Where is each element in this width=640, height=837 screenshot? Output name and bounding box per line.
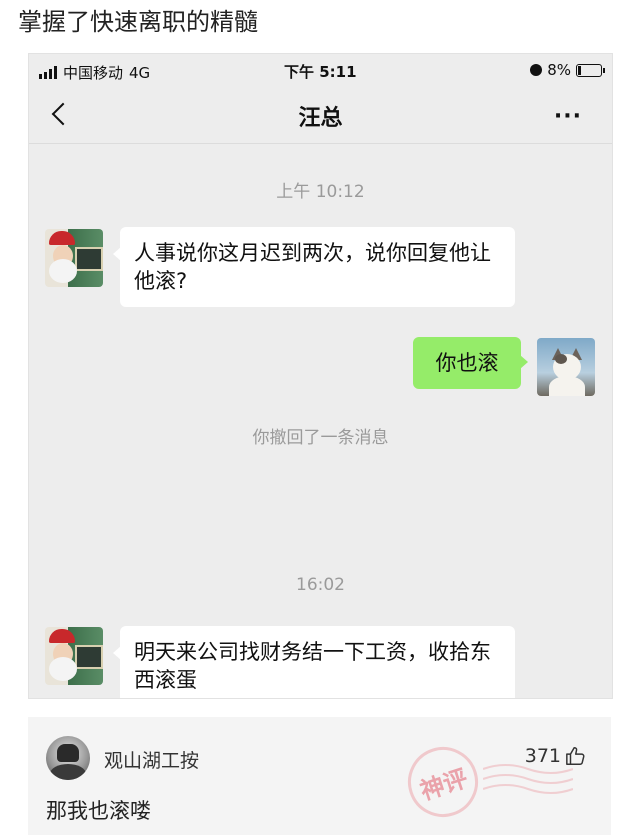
comment-card: 观山湖工按 神评 371 那我也滚喽 xyxy=(28,717,611,835)
more-icon[interactable]: ··· xyxy=(554,104,582,129)
carrier-label: 中国移动 xyxy=(63,64,124,82)
chat-title: 汪总 xyxy=(298,106,343,131)
status-time: 下午 5:11 xyxy=(284,63,357,81)
message-bubble-received[interactable]: 人事说你这月迟到两次，说你回复他让他滚? xyxy=(113,227,515,307)
thumbs-up-icon[interactable] xyxy=(565,745,587,767)
like-count: 371 xyxy=(524,745,561,767)
message-bubble-received[interactable]: 明天来公司找财务结一下工资，收拾东西滚蛋 xyxy=(113,626,515,698)
commenter-avatar[interactable] xyxy=(46,736,90,780)
status-bar: 中国移动 4G 下午 5:11 8% xyxy=(29,54,612,88)
alarm-icon xyxy=(530,64,543,76)
featured-comment-stamp: 神评 xyxy=(398,737,488,827)
chat-timestamp: 上午 10:12 xyxy=(276,182,365,202)
boss-avatar[interactable] xyxy=(45,627,103,685)
signal-icon xyxy=(39,66,57,79)
nav-divider xyxy=(29,143,612,144)
status-right: 8% xyxy=(530,61,605,79)
comment-text: 那我也滚喽 xyxy=(46,799,151,823)
battery-percent: 8% xyxy=(547,61,571,79)
commenter-name[interactable]: 观山湖工按 xyxy=(104,746,199,773)
status-left: 中国移动 4G xyxy=(39,62,150,83)
chat-screenshot: 中国移动 4G 下午 5:11 8% 汪总 ··· 上午 10:12 人事说你这… xyxy=(28,53,613,699)
post-title: 掌握了快速离职的精髓 xyxy=(18,8,258,36)
battery-icon xyxy=(576,63,605,77)
network-label: 4G xyxy=(129,63,151,82)
my-avatar[interactable] xyxy=(537,338,595,396)
recall-notice: 你撤回了一条消息 xyxy=(252,428,389,448)
message-bubble-sent[interactable]: 你也滚 xyxy=(413,337,528,389)
stamp-lines xyxy=(483,764,573,794)
chat-nav-bar: 汪总 ··· xyxy=(29,88,612,144)
boss-avatar[interactable] xyxy=(45,229,103,287)
chat-timestamp: 16:02 xyxy=(296,575,345,595)
